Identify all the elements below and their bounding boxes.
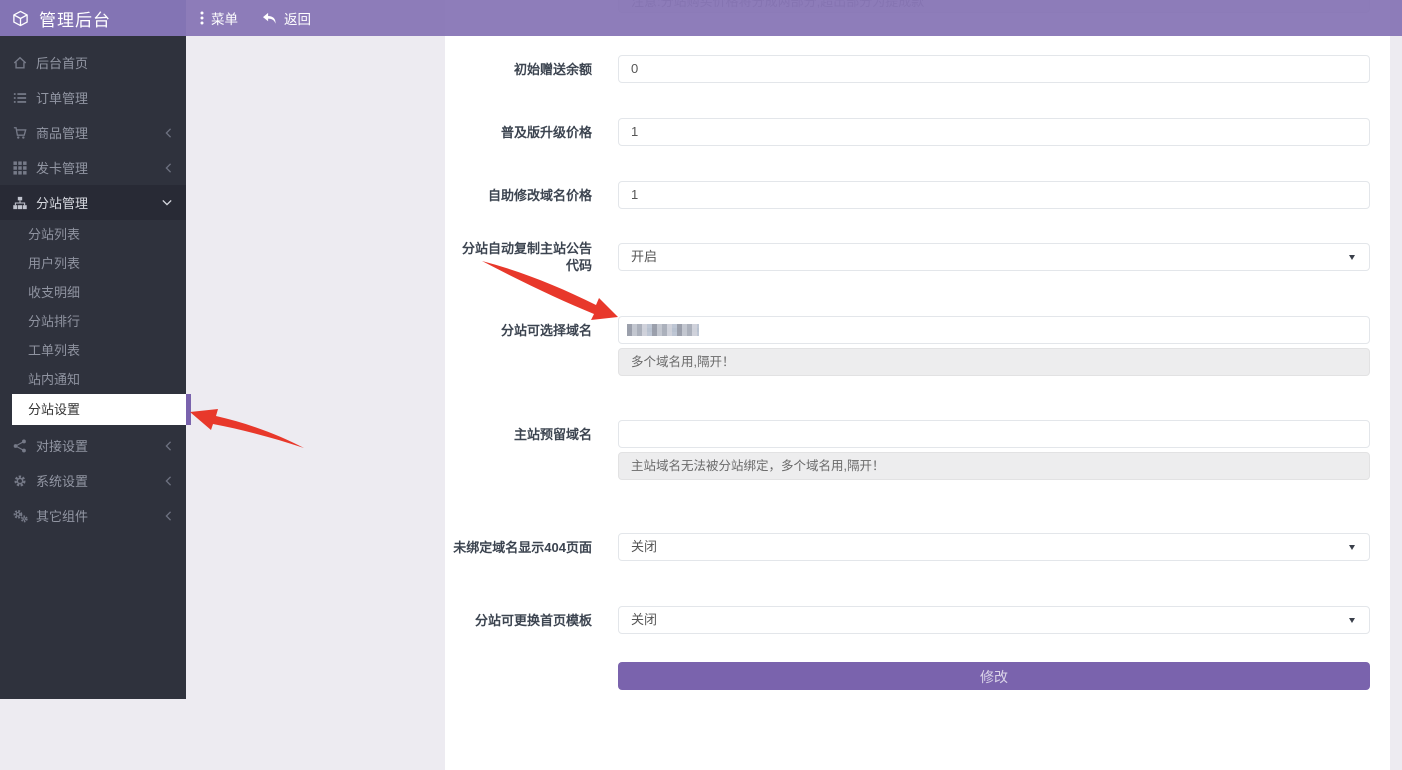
field-value: 1: [631, 187, 638, 202]
chevron-left-icon: [165, 511, 172, 521]
sidebar-item-income-expense-detail[interactable]: 收支明细: [0, 278, 186, 307]
field-label-initial-gift-balance: 初始赠送余额: [452, 55, 592, 83]
field-self-modify-domain-price[interactable]: 1: [618, 181, 1370, 209]
redacted-value: [627, 324, 699, 336]
annotation-arrow-to-substation-settings: [186, 398, 306, 450]
field-auto-copy-main-notice[interactable]: 开启: [618, 243, 1370, 271]
sidebar-item-api-settings[interactable]: 对接设置: [0, 428, 186, 463]
field-label-unbound-domain-404: 未绑定域名显示404页面: [452, 533, 592, 561]
chevron-left-icon: [165, 441, 172, 451]
field-label-selectable-domains: 分站可选择域名: [452, 316, 592, 344]
sidebar-item-site-notifications[interactable]: 站内通知: [0, 365, 186, 394]
field-basic-upgrade-price[interactable]: 1: [618, 118, 1370, 146]
content-card: [445, 0, 1390, 770]
back-button[interactable]: 返回: [262, 8, 311, 28]
field-reserved-domains[interactable]: [618, 420, 1370, 448]
field-selectable-domains[interactable]: [618, 316, 1370, 344]
gear-icon: [12, 474, 28, 488]
chevron-down-icon: [162, 199, 172, 206]
grid-icon: [12, 161, 28, 175]
submenu-substations: 分站列表用户列表收支明细分站排行工单列表站内通知分站设置: [0, 220, 186, 425]
home-icon: [12, 56, 28, 70]
topbar: 菜单 返回: [186, 0, 1402, 36]
sidebar-item-products[interactable]: 商品管理: [0, 115, 186, 150]
sidebar-item-dashboard[interactable]: 后台首页: [0, 45, 186, 80]
submit-button[interactable]: 修改: [618, 662, 1370, 690]
menu-button-label: 菜单: [211, 8, 238, 28]
field-changeable-home-template[interactable]: 关闭: [618, 606, 1370, 634]
sidebar-item-user-list[interactable]: 用户列表: [0, 249, 186, 278]
field-unbound-domain-404[interactable]: 关闭: [618, 533, 1370, 561]
chevron-left-icon: [165, 476, 172, 486]
field-help-selectable-domains: 多个域名用,隔开！: [618, 348, 1370, 376]
sidebar-item-card-issuing[interactable]: 发卡管理: [0, 150, 186, 185]
select-caret-icon: [1349, 545, 1355, 550]
field-value: 1: [631, 124, 638, 139]
sidebar-item-label: 后台首页: [36, 53, 172, 72]
field-label-reserved-domains: 主站预留域名: [452, 420, 592, 448]
sidebar-item-label: 发卡管理: [36, 158, 165, 177]
field-label-basic-upgrade-price: 普及版升级价格: [452, 118, 592, 146]
menu-dots-icon: [200, 11, 204, 25]
sidebar-item-label: 其它组件: [36, 506, 165, 525]
app-title: 管理后台: [39, 6, 111, 31]
list-icon: [12, 91, 28, 105]
sidebar-item-substation-ranking[interactable]: 分站排行: [0, 307, 186, 336]
sidebar-item-other-components[interactable]: 其它组件: [0, 498, 186, 533]
sidebar-item-label: 分站管理: [36, 193, 162, 212]
sidebar-nav: 后台首页订单管理商品管理发卡管理分站管理分站列表用户列表收支明细分站排行工单列表…: [0, 36, 186, 533]
cube-icon: [12, 10, 29, 27]
select-caret-icon: [1349, 618, 1355, 623]
sidebar-item-substation-settings[interactable]: 分站设置: [12, 394, 186, 425]
cart-icon: [12, 126, 28, 140]
sitemap-icon: [12, 196, 28, 210]
sidebar-item-substations[interactable]: 分站管理: [0, 185, 186, 220]
field-value: 关闭: [631, 539, 657, 554]
sidebar-item-ticket-list[interactable]: 工单列表: [0, 336, 186, 365]
active-menu-indicator: [186, 394, 191, 425]
select-caret-icon: [1349, 255, 1355, 260]
sidebar-header: 管理后台: [0, 0, 186, 36]
sidebar-item-substation-list[interactable]: 分站列表: [0, 220, 186, 249]
menu-button[interactable]: 菜单: [200, 8, 238, 28]
sidebar-item-system-settings[interactable]: 系统设置: [0, 463, 186, 498]
share-icon: [12, 439, 28, 453]
field-label-auto-copy-main-notice: 分站自动复制主站公告代码: [452, 243, 592, 271]
cogs-icon: [12, 509, 28, 523]
field-label-changeable-home-template: 分站可更换首页模板: [452, 606, 592, 634]
sidebar: 管理后台 后台首页订单管理商品管理发卡管理分站管理分站列表用户列表收支明细分站排…: [0, 0, 186, 699]
field-value: 0: [631, 61, 638, 76]
sidebar-item-label: 系统设置: [36, 471, 165, 490]
sidebar-item-orders[interactable]: 订单管理: [0, 80, 186, 115]
sidebar-item-label: 商品管理: [36, 123, 165, 142]
chevron-left-icon: [165, 128, 172, 138]
field-value: 关闭: [631, 612, 657, 627]
back-icon: [262, 12, 277, 25]
sidebar-item-label: 对接设置: [36, 436, 165, 455]
field-label-self-modify-domain-price: 自助修改域名价格: [452, 181, 592, 209]
field-help-reserved-domains: 主站域名无法被分站绑定，多个域名用,隔开！: [618, 452, 1370, 480]
chevron-left-icon: [165, 163, 172, 173]
field-initial-gift-balance[interactable]: 0: [618, 55, 1370, 83]
field-value: 开启: [631, 249, 657, 264]
sidebar-item-label: 订单管理: [36, 88, 172, 107]
back-button-label: 返回: [284, 8, 311, 28]
